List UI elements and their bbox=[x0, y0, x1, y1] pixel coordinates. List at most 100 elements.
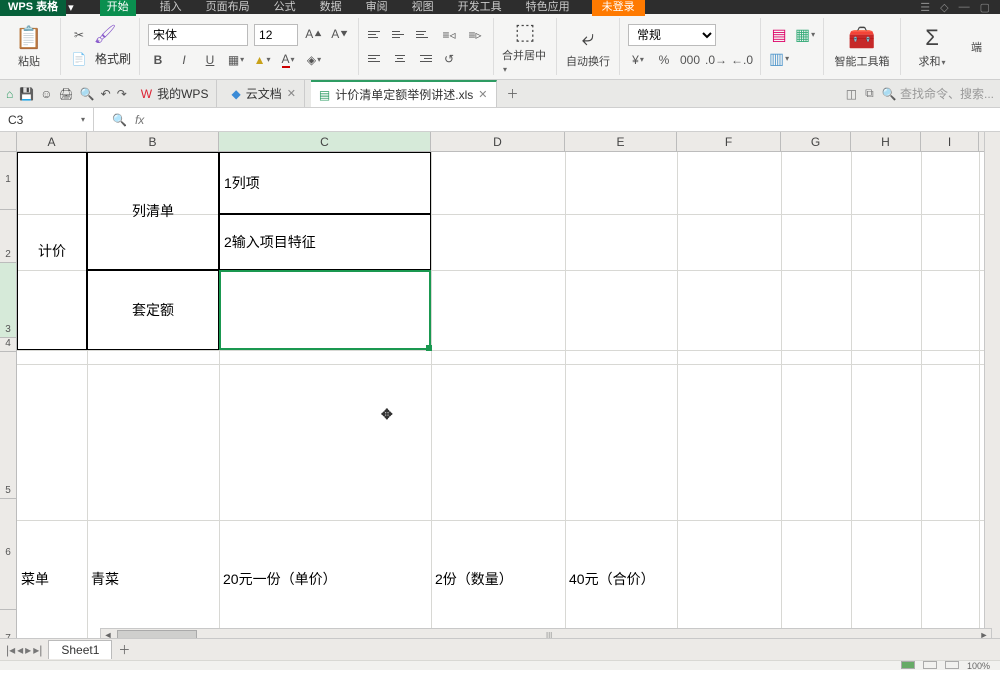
cell-C6[interactable]: 20元一份（单价） bbox=[219, 520, 431, 638]
skin-icon[interactable]: ☰ bbox=[920, 1, 930, 14]
col-header-B[interactable]: B bbox=[87, 132, 219, 151]
close-icon[interactable]: ✕ bbox=[287, 87, 296, 100]
cell-B6[interactable]: 青菜 bbox=[87, 520, 219, 638]
align-middle-icon[interactable] bbox=[391, 27, 409, 43]
align-top-icon[interactable] bbox=[367, 27, 385, 43]
command-search[interactable]: 🔍 查找命令、搜索... bbox=[882, 85, 994, 102]
row-header-3[interactable]: 3 bbox=[0, 263, 16, 338]
menu-home[interactable]: 开始 bbox=[100, 0, 136, 16]
paste-button[interactable]: 📋 粘贴 bbox=[6, 25, 52, 69]
qa-redo-icon[interactable]: ↷ bbox=[117, 87, 127, 101]
col-header-D[interactable]: D bbox=[431, 132, 565, 151]
qa-preview-icon[interactable]: 🔍 bbox=[80, 87, 95, 101]
align-bottom-icon[interactable] bbox=[415, 27, 433, 43]
cond-format-icon[interactable]: ▤ bbox=[769, 25, 789, 45]
sheet-nav-next-icon[interactable]: ▸ bbox=[25, 643, 31, 657]
formula-bar[interactable] bbox=[144, 108, 1000, 131]
col-header-E[interactable]: E bbox=[565, 132, 677, 151]
row-header-6[interactable]: 6 bbox=[0, 499, 16, 610]
currency-icon[interactable]: ¥▾ bbox=[628, 50, 648, 70]
cell-A6[interactable]: 菜单 bbox=[17, 520, 87, 638]
app-menu-dropdown[interactable]: ▾ bbox=[68, 1, 74, 14]
smart-toolbox-button[interactable]: 🧰 智能工具箱 bbox=[832, 25, 892, 69]
view-normal-icon[interactable] bbox=[901, 661, 915, 669]
border-button[interactable]: ▦▾ bbox=[226, 50, 246, 70]
increase-decimal-icon[interactable]: .0→ bbox=[706, 50, 726, 70]
indent-decrease-icon[interactable]: ≡◃ bbox=[439, 25, 459, 45]
comma-icon[interactable]: 000 bbox=[680, 50, 700, 70]
vertical-scrollbar[interactable] bbox=[984, 132, 1000, 642]
menu-view[interactable]: 视图 bbox=[412, 0, 434, 16]
merge-center-button[interactable]: ⬚ 合并居中▾ bbox=[502, 19, 548, 75]
wrap-text-button[interactable]: ⤶ 自动换行 bbox=[565, 25, 611, 69]
col-header-C[interactable]: C bbox=[219, 132, 431, 151]
align-right-icon[interactable] bbox=[415, 51, 433, 67]
bold-button[interactable]: B bbox=[148, 50, 168, 70]
number-format-combo[interactable]: 常规 bbox=[628, 24, 716, 46]
sheet-nav-last-icon[interactable]: ▸| bbox=[33, 643, 42, 657]
align-center-icon[interactable] bbox=[391, 51, 409, 67]
increase-font-icon[interactable]: A⯅ bbox=[304, 25, 324, 45]
qa-print-icon[interactable]: 🖨 bbox=[58, 87, 73, 101]
menu-insert[interactable]: 插入 bbox=[160, 0, 182, 16]
underline-button[interactable]: U bbox=[200, 50, 220, 70]
maximize-icon[interactable]: ▢ bbox=[980, 1, 990, 14]
menu-page-layout[interactable]: 页面布局 bbox=[206, 0, 250, 16]
menu-formula[interactable]: 公式 bbox=[274, 0, 296, 16]
zoom-level[interactable]: 100% bbox=[967, 661, 990, 671]
view-break-icon[interactable] bbox=[945, 661, 959, 669]
format-painter-label[interactable]: 格式刷 bbox=[95, 50, 131, 67]
sheet-nav-prev-icon[interactable]: ◂ bbox=[17, 643, 23, 657]
cell-C1[interactable]: 1列项 bbox=[219, 152, 431, 214]
row-header-1[interactable]: 1 bbox=[0, 152, 16, 210]
user-icon[interactable]: ◇ bbox=[940, 1, 948, 14]
cell-C2[interactable]: 2输入项目特征 bbox=[219, 214, 431, 270]
cell-grid[interactable]: 计价 列清单 1列项 2输入项目特征 套定额 菜单 青菜 20元一份（单价） 2… bbox=[17, 152, 1000, 670]
table-style-icon[interactable]: ▦▾ bbox=[795, 25, 815, 45]
qa-undo-icon[interactable]: ↶ bbox=[101, 87, 111, 101]
fill-color-button[interactable]: ▲▾ bbox=[252, 50, 272, 70]
font-size-combo[interactable] bbox=[254, 24, 298, 46]
cell-E6[interactable]: 40元（合价） bbox=[565, 520, 677, 638]
font-name-combo[interactable] bbox=[148, 24, 248, 46]
percent-icon[interactable]: % bbox=[654, 50, 674, 70]
decrease-font-icon[interactable]: A⯆ bbox=[330, 25, 350, 45]
fx-search-icon[interactable]: 🔍 bbox=[112, 113, 127, 127]
col-header-H[interactable]: H bbox=[851, 132, 921, 151]
minimize-icon[interactable]: — bbox=[959, 1, 970, 14]
cell-B3[interactable]: 套定额 bbox=[87, 270, 219, 350]
col-header-F[interactable]: F bbox=[677, 132, 781, 151]
window-split-icon[interactable]: ◫ bbox=[846, 87, 857, 101]
close-icon[interactable]: ✕ bbox=[478, 88, 487, 101]
cell-A1[interactable]: 计价 bbox=[17, 152, 87, 350]
row-header-4[interactable]: 4 bbox=[0, 338, 16, 352]
col-header-A[interactable]: A bbox=[17, 132, 87, 151]
format-painter-icon[interactable]: 📄 bbox=[69, 49, 89, 69]
name-box[interactable]: C3▾ bbox=[0, 108, 94, 131]
login-button[interactable]: 未登录 bbox=[592, 0, 645, 16]
qa-home-icon[interactable]: ⌂ bbox=[6, 87, 13, 101]
menu-devtools[interactable]: 开发工具 bbox=[458, 0, 502, 16]
sheet-tab-1[interactable]: Sheet1 bbox=[48, 640, 112, 659]
menu-review[interactable]: 审阅 bbox=[366, 0, 388, 16]
qa-save-icon[interactable]: 💾 bbox=[19, 87, 34, 101]
add-tab-button[interactable]: ＋ bbox=[507, 85, 519, 102]
italic-button[interactable]: I bbox=[174, 50, 194, 70]
select-all-corner[interactable] bbox=[0, 132, 17, 151]
cell-style-icon[interactable]: ▥▾ bbox=[769, 49, 789, 69]
fx-icon[interactable]: fx bbox=[135, 113, 144, 127]
col-header-I[interactable]: I bbox=[921, 132, 979, 151]
sheet-nav-first-icon[interactable]: |◂ bbox=[6, 643, 15, 657]
qa-what-icon[interactable]: ☺ bbox=[40, 87, 52, 101]
clear-format-button[interactable]: ◈▾ bbox=[304, 50, 324, 70]
cut-icon[interactable]: ✂ bbox=[69, 25, 89, 45]
decrease-decimal-icon[interactable]: ←.0 bbox=[732, 50, 752, 70]
window-switch-icon[interactable]: ⧉ bbox=[865, 86, 874, 101]
tab-cloud-docs[interactable]: ◆ 云文档 ✕ bbox=[223, 80, 304, 107]
tab-current-file[interactable]: ▤ 计价清单定额举例讲述.xls ✕ bbox=[311, 80, 497, 107]
font-color-button[interactable]: A▾ bbox=[278, 50, 298, 70]
col-header-G[interactable]: G bbox=[781, 132, 851, 151]
tab-my-wps[interactable]: W 我的WPS bbox=[133, 80, 218, 107]
cell-D6[interactable]: 2份（数量） bbox=[431, 520, 565, 638]
align-left-icon[interactable] bbox=[367, 51, 385, 67]
